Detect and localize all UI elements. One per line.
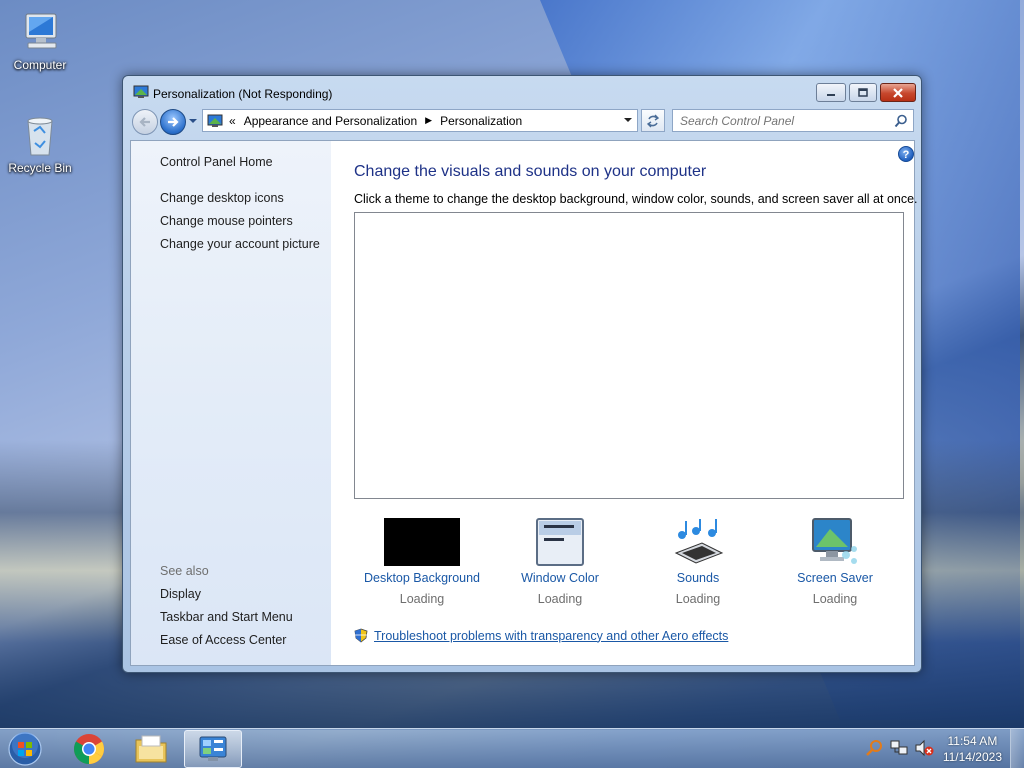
window-color-item[interactable]: Window Color Loading [490,517,630,606]
breadcrumb-overflow[interactable]: « [229,114,236,128]
control-panel-icon [207,114,223,128]
desktop-icon-computer[interactable]: Computer [3,10,77,72]
control-panel-icon [199,736,227,761]
breadcrumb-appearance[interactable]: Appearance and Personalization [244,114,417,128]
content-area: Control Panel Home Change desktop icons … [130,140,918,666]
search-tray-icon[interactable] [865,739,883,757]
troubleshoot-row: Troubleshoot problems with transparency … [354,628,728,643]
window-color-icon [490,517,630,567]
page-subheading: Click a theme to change the desktop back… [354,192,918,206]
clock-time: 11:54 AM [947,734,998,748]
taskbar-control-panel[interactable] [184,730,242,768]
windows-start-icon [8,732,42,766]
close-button[interactable] [880,83,916,102]
sounds-item[interactable]: Sounds Loading [628,517,768,606]
recent-pages-dropdown-icon[interactable] [188,116,198,126]
search-icon[interactable] [894,114,908,128]
screen-saver-icon [765,517,905,567]
see-also-label: See also [160,564,209,578]
display-link[interactable]: Display [160,587,201,601]
title-bar[interactable]: Personalization (Not Responding) [123,76,921,108]
theme-list[interactable] [354,212,904,499]
navigation-bar: « Appearance and Personalization ▶ Perso… [129,108,915,135]
network-icon[interactable] [890,739,908,757]
sounds-link[interactable]: Sounds [628,571,768,585]
sounds-icon [628,517,768,567]
window-color-link[interactable]: Window Color [490,571,630,585]
forward-arrow-icon [168,117,179,127]
file-explorer-icon [135,735,167,763]
task-pane: Control Panel Home Change desktop icons … [131,141,331,665]
troubleshoot-aero-link[interactable]: Troubleshoot problems with transparency … [374,629,728,643]
change-mouse-pointers-link[interactable]: Change mouse pointers [160,214,293,228]
start-button[interactable] [6,731,44,767]
taskbar-chrome[interactable] [60,730,118,768]
breadcrumb-personalization[interactable]: Personalization [440,114,522,128]
refresh-button[interactable] [641,109,665,132]
computer-icon [18,10,62,54]
close-icon [893,87,903,98]
search-box[interactable] [672,109,914,132]
taskbar-start-menu-link[interactable]: Taskbar and Start Menu [160,610,293,624]
taskbar: 11:54 AM 11/14/2023 [0,728,1024,768]
window-title: Personalization (Not Responding) [153,87,333,101]
recycle-bin-icon [18,113,62,157]
maximize-button[interactable] [849,83,877,102]
maximize-icon [858,88,868,97]
desktop-icon-label: Computer [13,58,67,72]
window-color-status: Loading [537,592,583,606]
taskbar-file-explorer[interactable] [122,730,180,768]
control-panel-home-link[interactable]: Control Panel Home [160,155,273,169]
minimize-button[interactable] [816,83,846,102]
back-arrow-icon [139,117,150,127]
desktop-background-icon [352,517,492,567]
chrome-icon [73,734,105,764]
system-clock[interactable]: 11:54 AM 11/14/2023 [943,733,1002,765]
back-button[interactable] [132,109,158,135]
desktop-icon-recycle-bin[interactable]: Recycle Bin [3,113,77,175]
screen-saver-link[interactable]: Screen Saver [765,571,905,585]
personalization-window: Personalization (Not Responding) « Appea… [122,75,922,673]
volume-muted-icon[interactable] [914,739,934,757]
show-desktop-button[interactable] [1010,729,1024,768]
address-bar[interactable]: « Appearance and Personalization ▶ Perso… [202,109,638,132]
desktop-icon-label: Recycle Bin [8,161,72,175]
sounds-status: Loading [675,592,721,606]
change-desktop-icons-link[interactable]: Change desktop icons [160,191,284,205]
breadcrumb-separator-icon[interactable]: ▶ [425,115,432,126]
screen-saver-item[interactable]: Screen Saver Loading [765,517,905,606]
forward-button[interactable] [160,109,186,135]
uac-shield-icon [354,628,368,643]
search-input[interactable] [673,110,873,131]
clock-date: 11/14/2023 [942,750,1002,764]
help-icon[interactable]: ? [898,146,914,162]
address-dropdown-icon[interactable] [623,115,633,125]
personalization-icon [133,85,149,99]
change-account-picture-link[interactable]: Change your account picture [160,237,320,251]
screen-saver-status: Loading [812,592,858,606]
ease-of-access-link[interactable]: Ease of Access Center [160,633,286,647]
desktop-background-status: Loading [399,592,445,606]
desktop-background-item[interactable]: Desktop Background Loading [352,517,492,606]
desktop-background-link[interactable]: Desktop Background [352,571,492,585]
page-heading: Change the visuals and sounds on your co… [354,163,707,180]
refresh-icon [646,114,660,127]
minimize-icon [827,93,835,96]
